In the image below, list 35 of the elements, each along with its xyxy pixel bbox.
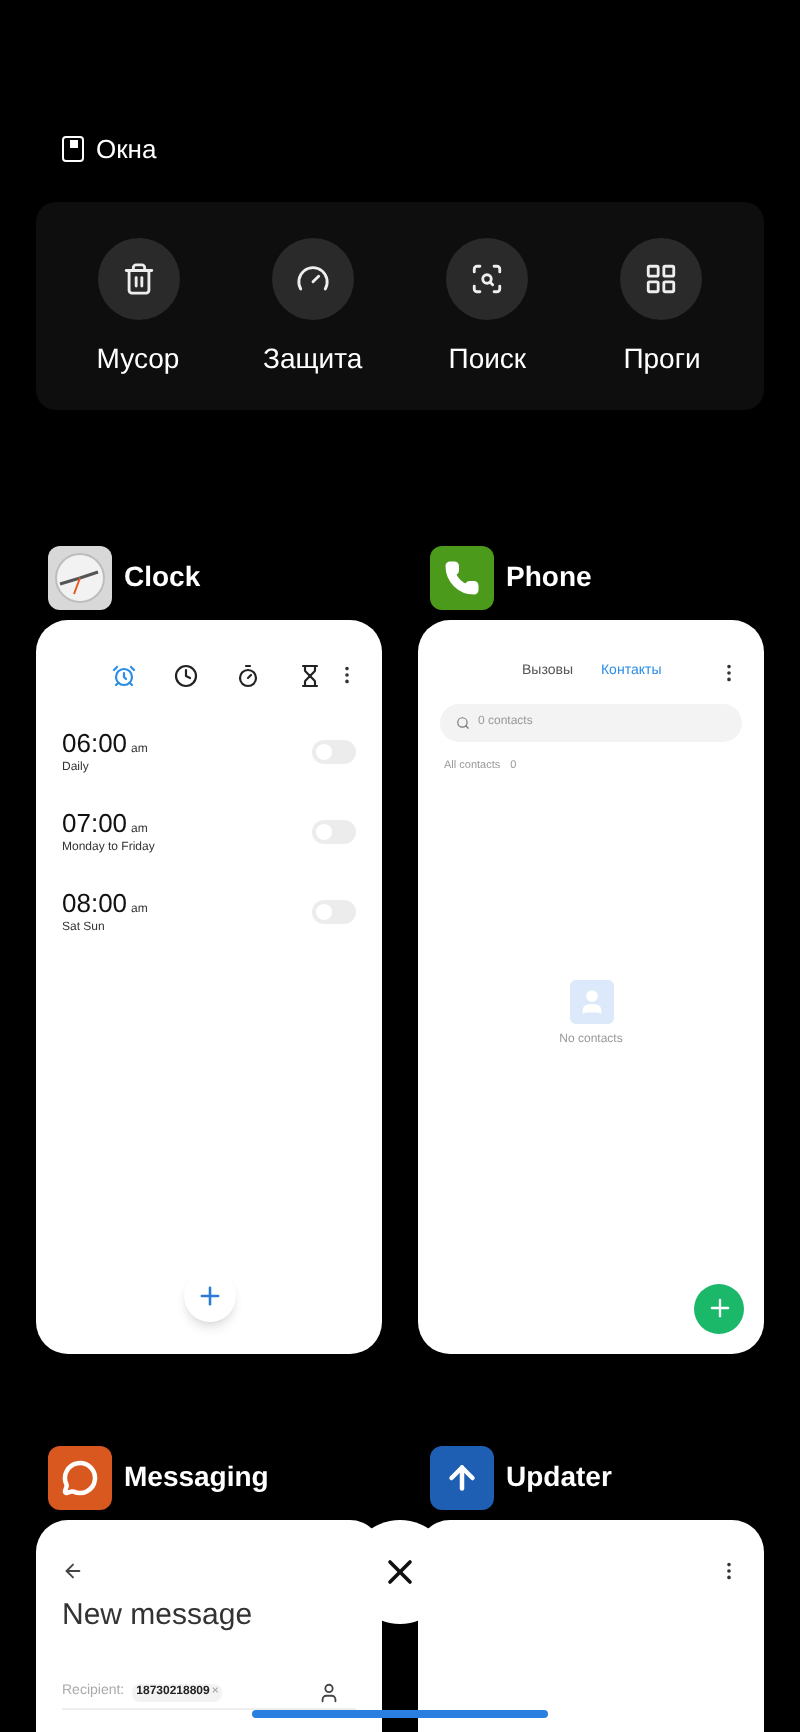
app-preview-card[interactable] <box>418 1519 764 1732</box>
trash-icon <box>97 237 179 319</box>
app-name: Messaging <box>124 1458 269 1496</box>
quick-action-button[interactable]: Защита <box>258 237 367 409</box>
window-icon <box>62 136 84 163</box>
plus-icon <box>195 1281 223 1309</box>
search-icon <box>456 715 470 729</box>
add-button[interactable] <box>694 1283 744 1333</box>
person-icon <box>569 979 613 1024</box>
add-button[interactable] <box>183 1269 235 1321</box>
contact-icon[interactable] <box>318 1682 340 1704</box>
clock-icon[interactable] <box>174 663 198 687</box>
clock-app-icon <box>48 545 112 609</box>
plus-icon <box>705 1294 733 1322</box>
quick-action-button[interactable]: Проги <box>607 237 716 409</box>
screen-title: New message <box>62 1595 255 1635</box>
alarm-clock-icon[interactable] <box>112 663 136 687</box>
section-title: Окна <box>96 132 157 168</box>
app-name: Updater <box>506 1458 612 1496</box>
alarm-time: 07:00 <box>62 807 128 837</box>
alarm-time: 06:00 <box>62 727 128 757</box>
app-name: Phone <box>506 558 592 596</box>
chat-bubble-app-icon <box>48 1445 112 1509</box>
hourglass-icon[interactable] <box>298 663 322 687</box>
app-name: Clock <box>124 558 201 596</box>
stopwatch-icon[interactable] <box>236 663 260 687</box>
alarm-time: 08:00 <box>62 887 128 917</box>
up-arrow-app-icon <box>430 1445 494 1509</box>
phone-app-icon <box>430 545 494 609</box>
search-icon <box>446 237 529 319</box>
gauge-icon <box>271 237 354 319</box>
quick-action-button[interactable]: Мусор <box>84 237 192 409</box>
back-icon[interactable] <box>62 1559 84 1581</box>
grid-icon <box>620 237 703 319</box>
quick-action-button[interactable]: Поиск <box>433 237 542 409</box>
